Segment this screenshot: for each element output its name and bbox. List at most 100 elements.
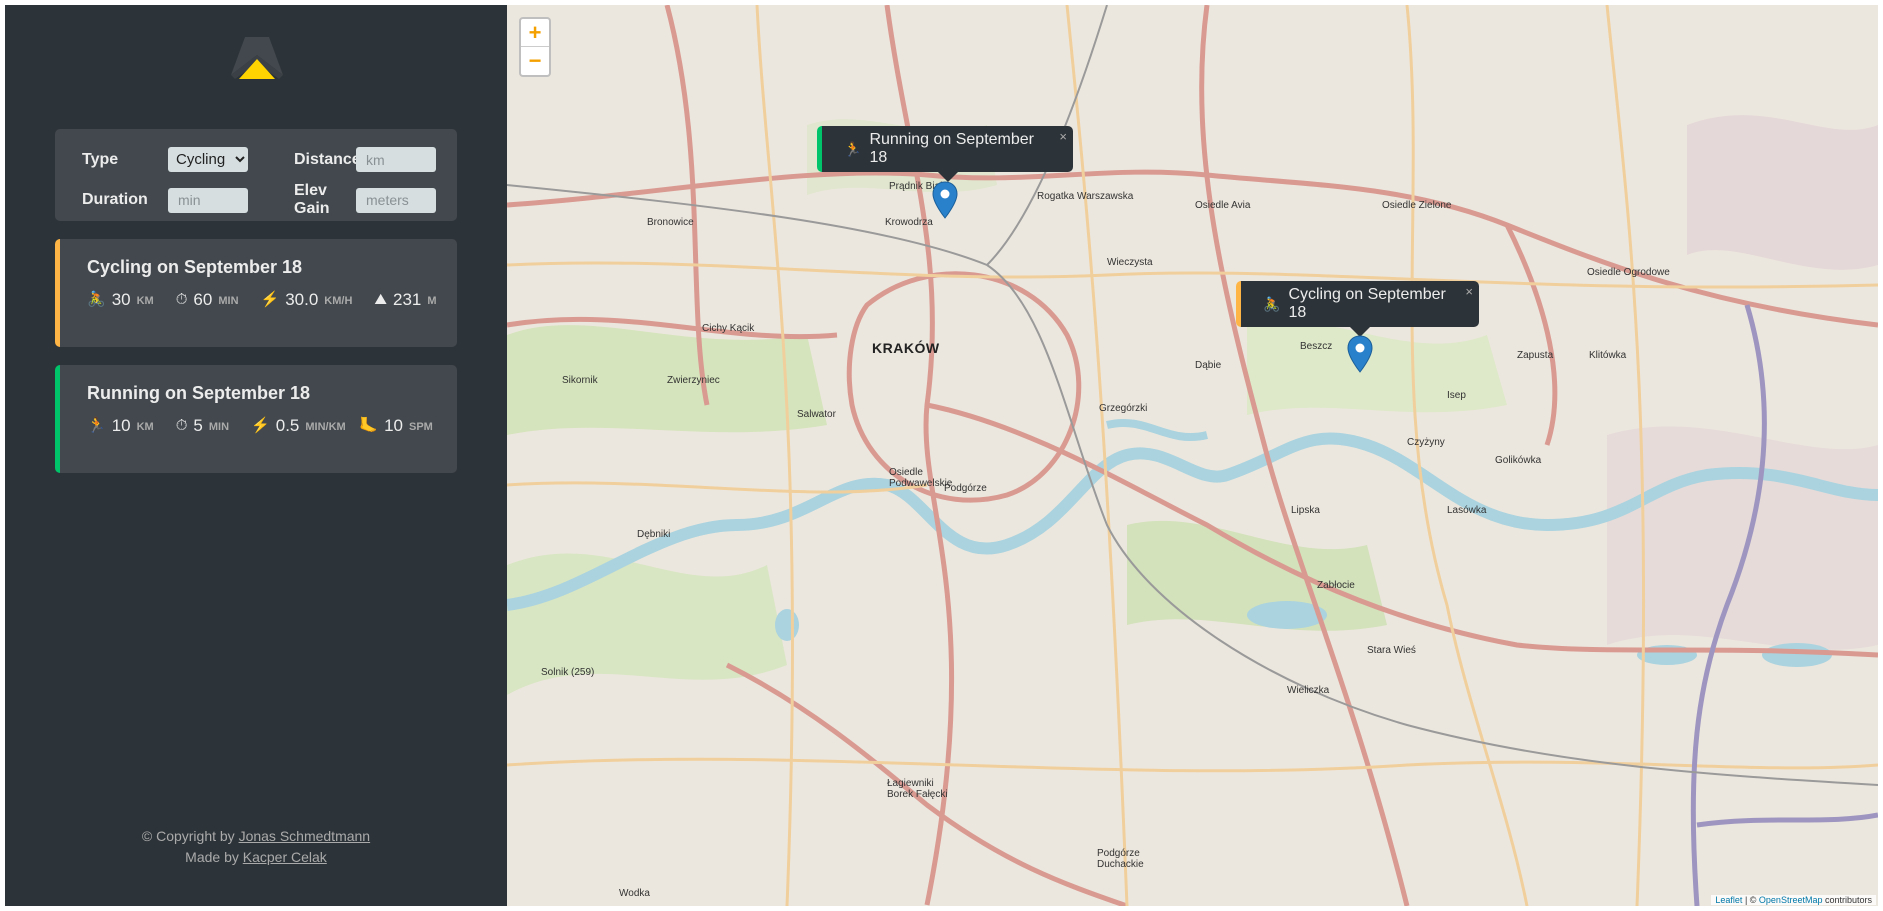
- duration-value: 60: [193, 290, 213, 309]
- map-label: Osiedle Avia: [1195, 200, 1251, 211]
- workout-item-running[interactable]: Running on September 18 🏃 10 KM ⏱ 5 MIN …: [55, 365, 457, 473]
- distance-input[interactable]: [356, 147, 436, 172]
- copyright-author-link[interactable]: Jonas Schmedtmann: [239, 828, 371, 844]
- map-label: Zabłocie: [1317, 580, 1355, 591]
- map-tiles: [507, 5, 1878, 906]
- workout-title: Cycling on September 18: [87, 257, 303, 277]
- map-label: Wieczysta: [1107, 257, 1153, 268]
- distance-unit: KM: [136, 421, 154, 433]
- popup-text: Running on September 18: [869, 131, 1034, 166]
- mountain-icon: ⛰: [374, 291, 388, 308]
- lightning-icon: ⚡: [251, 417, 270, 434]
- distance-detail: 🚴 30 KM: [87, 290, 154, 312]
- copyright-prefix: © Copyright by: [141, 828, 235, 844]
- map-label: Solnik (259): [541, 667, 595, 678]
- osm-link[interactable]: OpenStreetMap: [1759, 895, 1823, 905]
- pace-unit: MIN/KM: [305, 421, 346, 433]
- footprint-icon: 🦶: [359, 417, 379, 434]
- map-label: Osiedle Podwawelskie: [889, 467, 953, 489]
- map-label: Wodka: [619, 888, 650, 899]
- speed-detail: ⚡ 30.0 KM/H: [261, 290, 353, 312]
- map-label: Bronowice: [647, 217, 694, 228]
- runner-icon: 🏃: [844, 140, 862, 157]
- attribution-separator: | ©: [1742, 895, 1759, 905]
- type-select[interactable]: Cycling: [168, 147, 248, 172]
- map-label: Podgórze Duchackie: [1097, 848, 1144, 870]
- distance-value: 10: [111, 416, 131, 435]
- popup-close-button[interactable]: ×: [1059, 129, 1067, 144]
- map-label: Golikówka: [1495, 455, 1542, 466]
- cyclist-icon: 🚴: [87, 291, 106, 308]
- map-label: Salwator: [797, 409, 836, 420]
- elev-gain-label: Elev Gain: [294, 182, 330, 217]
- map-label: Zapusta: [1517, 350, 1554, 361]
- map-label: Cichy Kącik: [702, 323, 755, 334]
- copyright-line: © Copyright by Jonas Schmedtmann: [5, 826, 507, 847]
- speed-unit: KM/H: [324, 295, 353, 307]
- distance-label: Distance: [294, 150, 361, 168]
- duration-label: Duration: [82, 191, 148, 208]
- popup-close-button[interactable]: ×: [1465, 284, 1473, 299]
- zoom-in-button[interactable]: +: [521, 19, 549, 47]
- distance-detail: 🏃 10 KM: [87, 416, 154, 438]
- map-label: Lipska: [1291, 505, 1320, 516]
- map-label: Isep: [1447, 390, 1466, 401]
- distance-unit: KM: [136, 295, 154, 307]
- map-label: Zwierzyniec: [667, 375, 720, 386]
- stopwatch-icon: ⏱: [175, 291, 188, 308]
- zoom-out-button[interactable]: −: [521, 47, 549, 75]
- popup-text: Cycling on September 18: [1288, 286, 1446, 321]
- workout-item-cycling[interactable]: Cycling on September 18 🚴 30 KM ⏱ 60 MIN…: [55, 239, 457, 347]
- cadence-value: 10: [384, 416, 403, 435]
- map-label: Krowodrza: [885, 217, 933, 228]
- map-attribution: Leaflet | © OpenStreetMap contributors: [1711, 895, 1876, 905]
- pace-value: 0.5: [275, 416, 300, 435]
- distance-value: 30: [111, 290, 131, 309]
- workout-details: 🚴 30 KM ⏱ 60 MIN ⚡ 30.0 KM/H ⛰ 231 M: [87, 290, 437, 312]
- map-label: Stara Wieś: [1367, 645, 1416, 656]
- duration-value: 5: [193, 416, 203, 435]
- lightning-icon: ⚡: [260, 291, 280, 308]
- workout-title: Running on September 18: [87, 383, 311, 403]
- map-label: Łagiewniki Borek Fałęcki: [887, 778, 948, 800]
- made-by-author-link[interactable]: Kacper Celak: [243, 849, 327, 865]
- duration-unit: MIN: [218, 295, 239, 307]
- map-label: Rogatka Warszawska: [1037, 191, 1134, 202]
- elev-gain-input[interactable]: [356, 187, 436, 213]
- sidebar: Type Cycling Distance Duration Elev Gain…: [5, 5, 507, 906]
- pace-detail: ⚡ 0.5 MIN/KM: [251, 416, 346, 438]
- made-by-prefix: Made by: [185, 849, 239, 865]
- running-popup[interactable]: 🏃 Running on September 18 ×: [817, 126, 1073, 182]
- map-label: Wieliczka: [1287, 685, 1330, 696]
- type-label: Type: [82, 150, 119, 168]
- map-label: Czyżyny: [1407, 437, 1445, 448]
- cycling-marker-icon[interactable]: [1347, 335, 1373, 373]
- runner-icon: 🏃: [87, 417, 106, 434]
- duration-unit: MIN: [208, 421, 230, 433]
- map-label: Dąbie: [1195, 360, 1222, 371]
- map-label: Grzegórzki: [1099, 403, 1148, 414]
- running-marker-icon[interactable]: [932, 181, 958, 219]
- cyclist-icon: 🚴: [1263, 295, 1281, 312]
- stopwatch-icon: ⏱: [175, 417, 188, 434]
- zoom-control: + −: [519, 17, 551, 77]
- elev-detail: ⛰ 231 M: [374, 290, 436, 312]
- made-by-line: Made by Kacper Celak: [5, 847, 507, 868]
- workout-form: Type Cycling Distance Duration Elev Gain: [55, 129, 457, 221]
- footer: © Copyright by Jonas Schmedtmann Made by…: [5, 826, 507, 868]
- attribution-contributors: contributors: [1822, 895, 1872, 905]
- cadence-unit: SPM: [409, 421, 433, 433]
- map-label: Sikornik: [562, 375, 598, 386]
- map-label: Dębniki: [637, 529, 671, 540]
- speed-value: 30.0: [285, 290, 319, 309]
- leaflet-link[interactable]: Leaflet: [1715, 895, 1742, 905]
- duration-input[interactable]: [168, 187, 248, 213]
- map[interactable]: KRAKÓW Prądnik Biały Krowodrza Bronowice…: [507, 5, 1878, 906]
- map-label: Beszcz: [1300, 341, 1333, 352]
- duration-detail: ⏱ 60 MIN: [176, 290, 239, 312]
- duration-detail: ⏱ 5 MIN: [176, 416, 229, 438]
- map-label: Osiedle Ogrodowe: [1587, 267, 1670, 278]
- logo-icon: [231, 37, 283, 79]
- city-label: KRAKÓW: [872, 340, 940, 356]
- cycling-popup[interactable]: 🚴 Cycling on September 18 ×: [1236, 281, 1479, 337]
